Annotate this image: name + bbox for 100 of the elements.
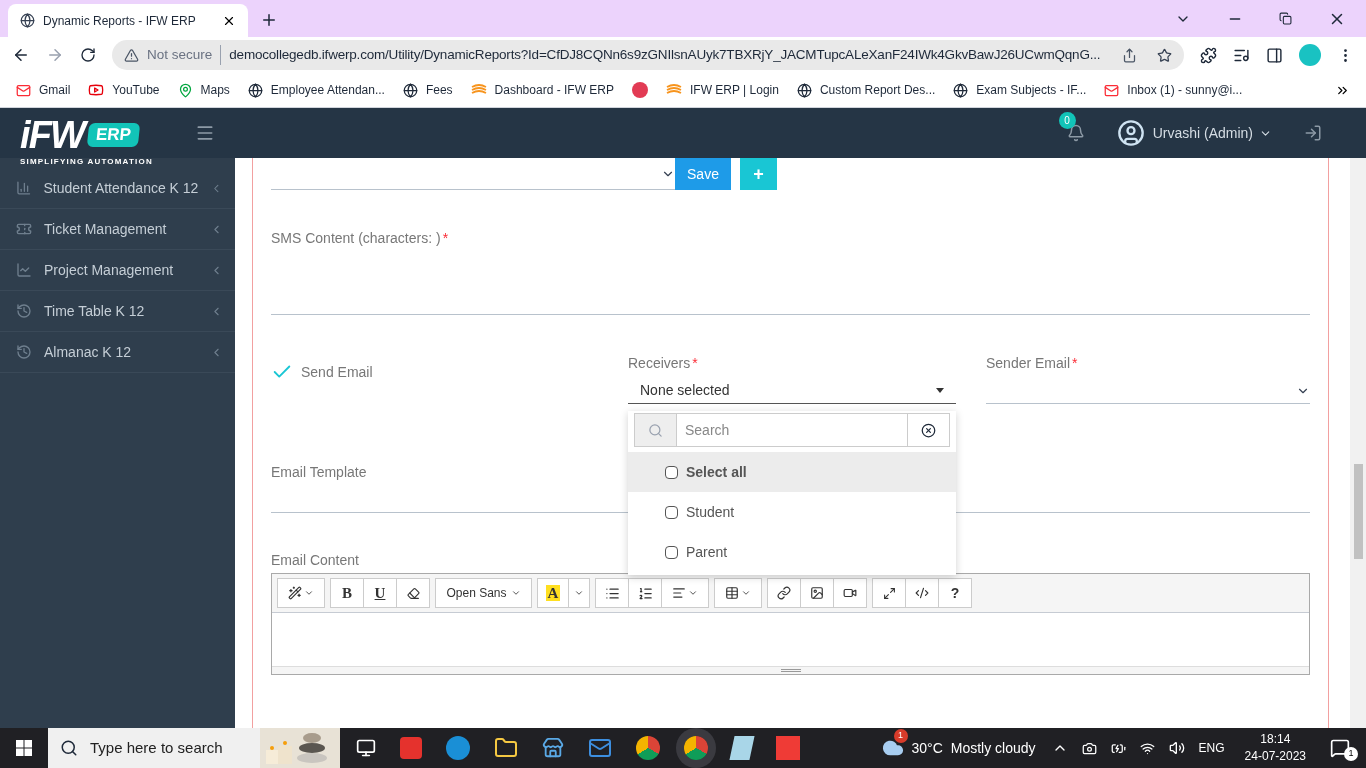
- folder-icon[interactable]: [494, 736, 518, 760]
- bookmark-link[interactable]: Maps: [200, 81, 230, 99]
- help-button[interactable]: ?: [938, 578, 972, 608]
- notepad-app-icon[interactable]: [729, 736, 755, 760]
- mail-icon: [16, 82, 31, 98]
- dropdown-option[interactable]: Parent: [628, 532, 956, 572]
- url-text: democollegedb.ifwerp.com/Utility/DynamicReports?Id=CfDJ8CQNn6s9zGNIlsnAUyk7TBXRjY_JACMTupcALeXanF24IWk4GkvBawJ26UCwmQqnG...: [229, 45, 1102, 64]
- caret-icon: [510, 588, 521, 598]
- dropdown-option[interactable]: Student: [628, 492, 956, 532]
- receivers-dropdown[interactable]: None selected: [628, 378, 956, 404]
- office-app-icon[interactable]: [400, 737, 422, 759]
- user-menu[interactable]: Urvashi (Admin): [1152, 122, 1253, 144]
- underline-button[interactable]: U: [363, 578, 397, 608]
- search-bar[interactable]: Search: [634, 413, 950, 447]
- menu-icon[interactable]: [195, 123, 215, 143]
- taskbar-search[interactable]: Type here to search: [48, 728, 340, 768]
- sidebar-item[interactable]: Project Management: [0, 250, 235, 291]
- star-icon[interactable]: [1157, 47, 1172, 63]
- bookmark-link[interactable]: Inbox (1) - sunny@i...: [1127, 81, 1243, 99]
- table-dropdown-button[interactable]: [714, 578, 762, 608]
- checkbox[interactable]: [665, 545, 678, 559]
- video-button[interactable]: [833, 578, 867, 608]
- search-icon: [60, 739, 78, 757]
- temperature: 30°C: [911, 738, 943, 758]
- image-icon: [810, 586, 824, 600]
- bookmark-link[interactable]: Employee Attendan...: [270, 81, 385, 99]
- weather-description: Mostly cloudy: [950, 738, 1036, 758]
- chrome-app-icon[interactable]: [636, 736, 660, 760]
- side-panel-icon[interactable]: [1266, 46, 1283, 64]
- font-family-dropdown[interactable]: Open Sans: [435, 578, 532, 608]
- reload-icon[interactable]: [80, 47, 96, 63]
- volume-icon[interactable]: [1168, 740, 1185, 756]
- clock[interactable]: 18:14 24-07-2023: [1236, 731, 1314, 765]
- resize-handle[interactable]: [272, 666, 1309, 674]
- checkbox[interactable]: [665, 505, 678, 519]
- numbered-list-icon: [637, 585, 653, 601]
- sidebar-item[interactable]: Time Table K 12: [0, 291, 235, 332]
- windows-logo-icon: [16, 740, 32, 756]
- logout-icon[interactable]: [1304, 124, 1322, 142]
- browser-app-icon[interactable]: [446, 736, 470, 760]
- sidebar-label: Student Attendance K 12: [43, 178, 199, 198]
- camera-icon[interactable]: [1081, 740, 1097, 756]
- wifi-icon[interactable]: [1139, 740, 1155, 756]
- user-avatar[interactable]: [1116, 119, 1145, 147]
- logo-tagline: SIMPLIFYING AUTOMATION: [20, 156, 154, 168]
- bookmark-link[interactable]: Exam Subjects - IF...: [976, 81, 1087, 99]
- warning-icon: [124, 47, 139, 63]
- globe-icon: [247, 82, 263, 98]
- scrollbar[interactable]: [1350, 158, 1366, 728]
- fullscreen-button[interactable]: [872, 578, 906, 608]
- bullet-list-button[interactable]: [595, 578, 629, 608]
- bookmark-link[interactable]: Dashboard - IFW ERP: [494, 81, 614, 99]
- notification-bell-icon[interactable]: [1066, 124, 1085, 142]
- browser-tab[interactable]: Dynamic Reports - IFW ERP: [8, 4, 248, 37]
- language-indicator[interactable]: ENG: [1198, 739, 1225, 757]
- sidebar-item[interactable]: Student Attendance K 12: [0, 168, 235, 209]
- back-icon[interactable]: [12, 46, 30, 64]
- sidebar-label: Project Management: [44, 260, 175, 280]
- bookmark-link[interactable]: YouTube: [112, 81, 160, 99]
- numbered-list-button[interactable]: [628, 578, 662, 608]
- email-content-label: Email Content: [271, 552, 359, 568]
- extensions-icon[interactable]: [1200, 46, 1217, 64]
- new-tab-icon[interactable]: [260, 11, 278, 29]
- link-button[interactable]: [767, 578, 801, 608]
- sidebar-item[interactable]: Ticket Management: [0, 209, 235, 250]
- bookmark-link[interactable]: IFW ERP | Login: [690, 81, 779, 99]
- align-dropdown-button[interactable]: [661, 578, 709, 608]
- store-icon[interactable]: [542, 737, 564, 759]
- weather-badge: 1: [893, 729, 908, 743]
- checkbox[interactable]: [665, 465, 678, 479]
- bookmark-link[interactable]: Fees: [425, 81, 453, 99]
- code-view-button[interactable]: [905, 578, 939, 608]
- sender-email-label: Sender Email: [986, 355, 1071, 371]
- mail-icon[interactable]: [588, 736, 612, 760]
- share-icon[interactable]: [1122, 47, 1137, 63]
- dropdown-option[interactable]: Select all: [628, 452, 956, 492]
- tab-title: Dynamic Reports - IFW ERP: [43, 12, 197, 30]
- notification-center-icon[interactable]: [1330, 738, 1350, 758]
- history-icon: [16, 303, 32, 319]
- required-mark: *: [442, 230, 449, 246]
- image-button[interactable]: [800, 578, 834, 608]
- sidebar-item[interactable]: Almanac K 12: [0, 332, 235, 373]
- globe-icon: [402, 82, 418, 98]
- forward-icon[interactable]: [46, 46, 64, 64]
- clear-icon[interactable]: [921, 422, 936, 438]
- receivers-label: Receivers: [628, 355, 691, 371]
- bookmark-link[interactable]: Gmail: [39, 81, 71, 99]
- task-view-icon[interactable]: [356, 738, 376, 758]
- bookmark-link[interactable]: Custom Report Des...: [819, 81, 936, 99]
- bold-button[interactable]: B: [330, 578, 364, 608]
- style-button[interactable]: [277, 578, 325, 608]
- required-mark: *: [692, 355, 698, 371]
- line-chart-icon: [16, 262, 32, 278]
- text-color-button[interactable]: A: [537, 578, 569, 608]
- color-dropdown-button[interactable]: [568, 578, 590, 608]
- restore-icon[interactable]: [1279, 12, 1292, 25]
- search-field[interactable]: Search: [677, 414, 907, 446]
- eraser-button[interactable]: [396, 578, 430, 608]
- sidebar-label: Almanac K 12: [44, 342, 133, 362]
- address-bar[interactable]: Not secure democollegedb.ifwerp.com/Utility/DynamicReports?Id=CfDJ8CQNn6s9zGNIlsnAUyk7TBXRjY_JACMTupcALeXanF24IWk4GkvBawJ26UCwmQqnG...: [112, 40, 1184, 70]
